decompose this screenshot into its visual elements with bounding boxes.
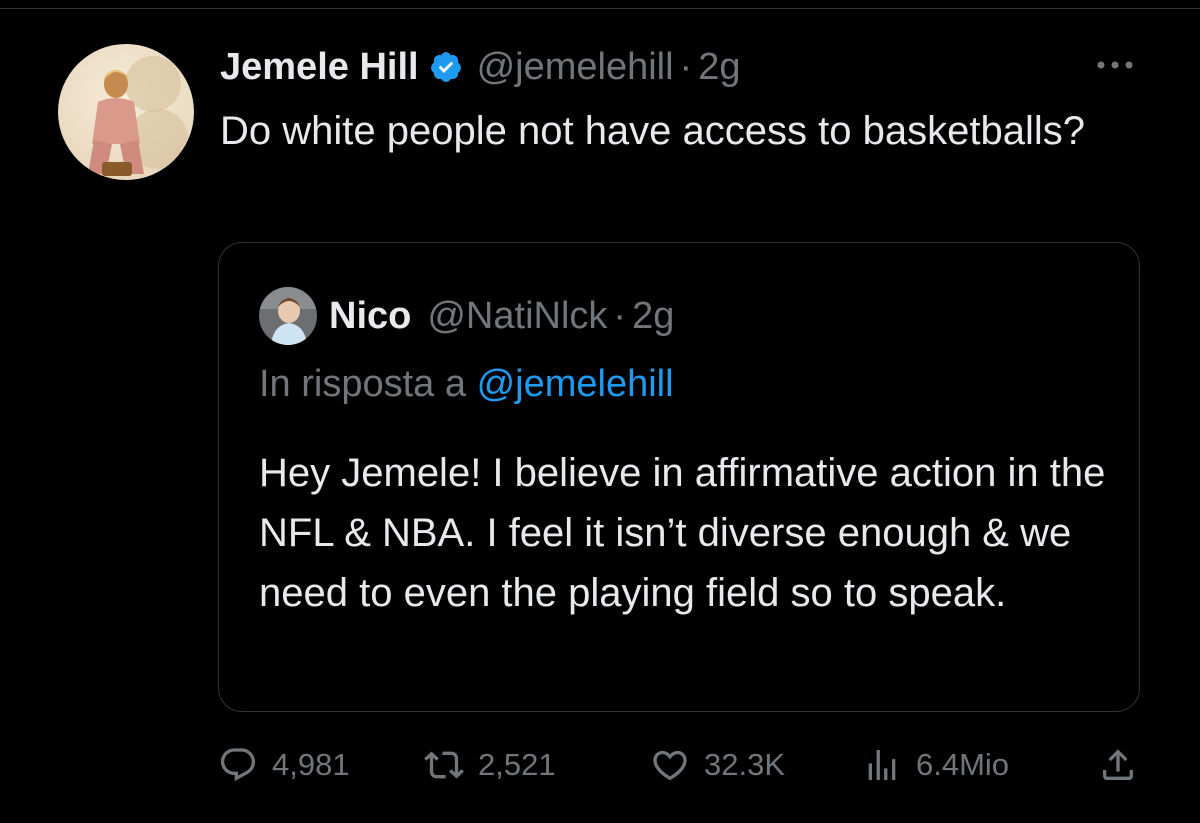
tweet-header: Jemele Hill @jemelehill · 2g (220, 42, 740, 92)
tweet-time[interactable]: 2g (698, 46, 740, 88)
separator-dot: · (613, 294, 627, 337)
views-chart-icon (862, 745, 902, 785)
quoted-tweet-header: Nico @NatiNlck · 2g (329, 289, 674, 343)
quoted-tweet-time[interactable]: 2g (632, 295, 674, 337)
repost-icon (424, 745, 464, 785)
top-divider (0, 8, 1200, 9)
quoted-author-avatar[interactable] (259, 287, 317, 345)
author-avatar[interactable] (58, 44, 194, 180)
separator-dot: · (679, 45, 693, 88)
reply-to-link[interactable]: @jemelehill (477, 363, 674, 405)
quoted-author-name[interactable]: Nico (329, 295, 411, 338)
repost-button[interactable]: 2,521 (424, 740, 556, 790)
repost-count: 2,521 (478, 747, 556, 782)
tweet-actions-bar: 4,981 2,521 32.3K 6.4Mio (218, 740, 1148, 790)
more-options-icon[interactable] (1090, 52, 1140, 78)
views-button[interactable]: 6.4Mio (862, 740, 1009, 790)
verified-badge-icon (429, 50, 463, 84)
quoted-tweet-card[interactable]: Nico @NatiNlck · 2g In risposta a @jemeleh… (218, 242, 1140, 712)
views-count: 6.4Mio (916, 747, 1010, 782)
reply-icon (218, 745, 258, 785)
like-count: 32.3K (704, 747, 786, 782)
tweet-text: Do white people not have access to baske… (220, 109, 1085, 153)
quoted-author-handle[interactable]: @NatiNlck (427, 295, 607, 337)
heart-icon (650, 745, 690, 785)
reply-count: 4,981 (272, 747, 350, 782)
share-icon (1098, 745, 1138, 785)
reply-prefix: In risposta a (259, 363, 466, 405)
author-handle[interactable]: @jemelehill (477, 46, 674, 88)
quoted-tweet-text: Hey Jemele! I believe in affirmative act… (259, 451, 1106, 615)
author-name[interactable]: Jemele Hill (220, 46, 419, 89)
reply-context: In risposta a @jemelehill (259, 363, 674, 406)
reply-button[interactable]: 4,981 (218, 740, 350, 790)
like-button[interactable]: 32.3K (650, 740, 785, 790)
share-button[interactable] (1098, 740, 1138, 790)
